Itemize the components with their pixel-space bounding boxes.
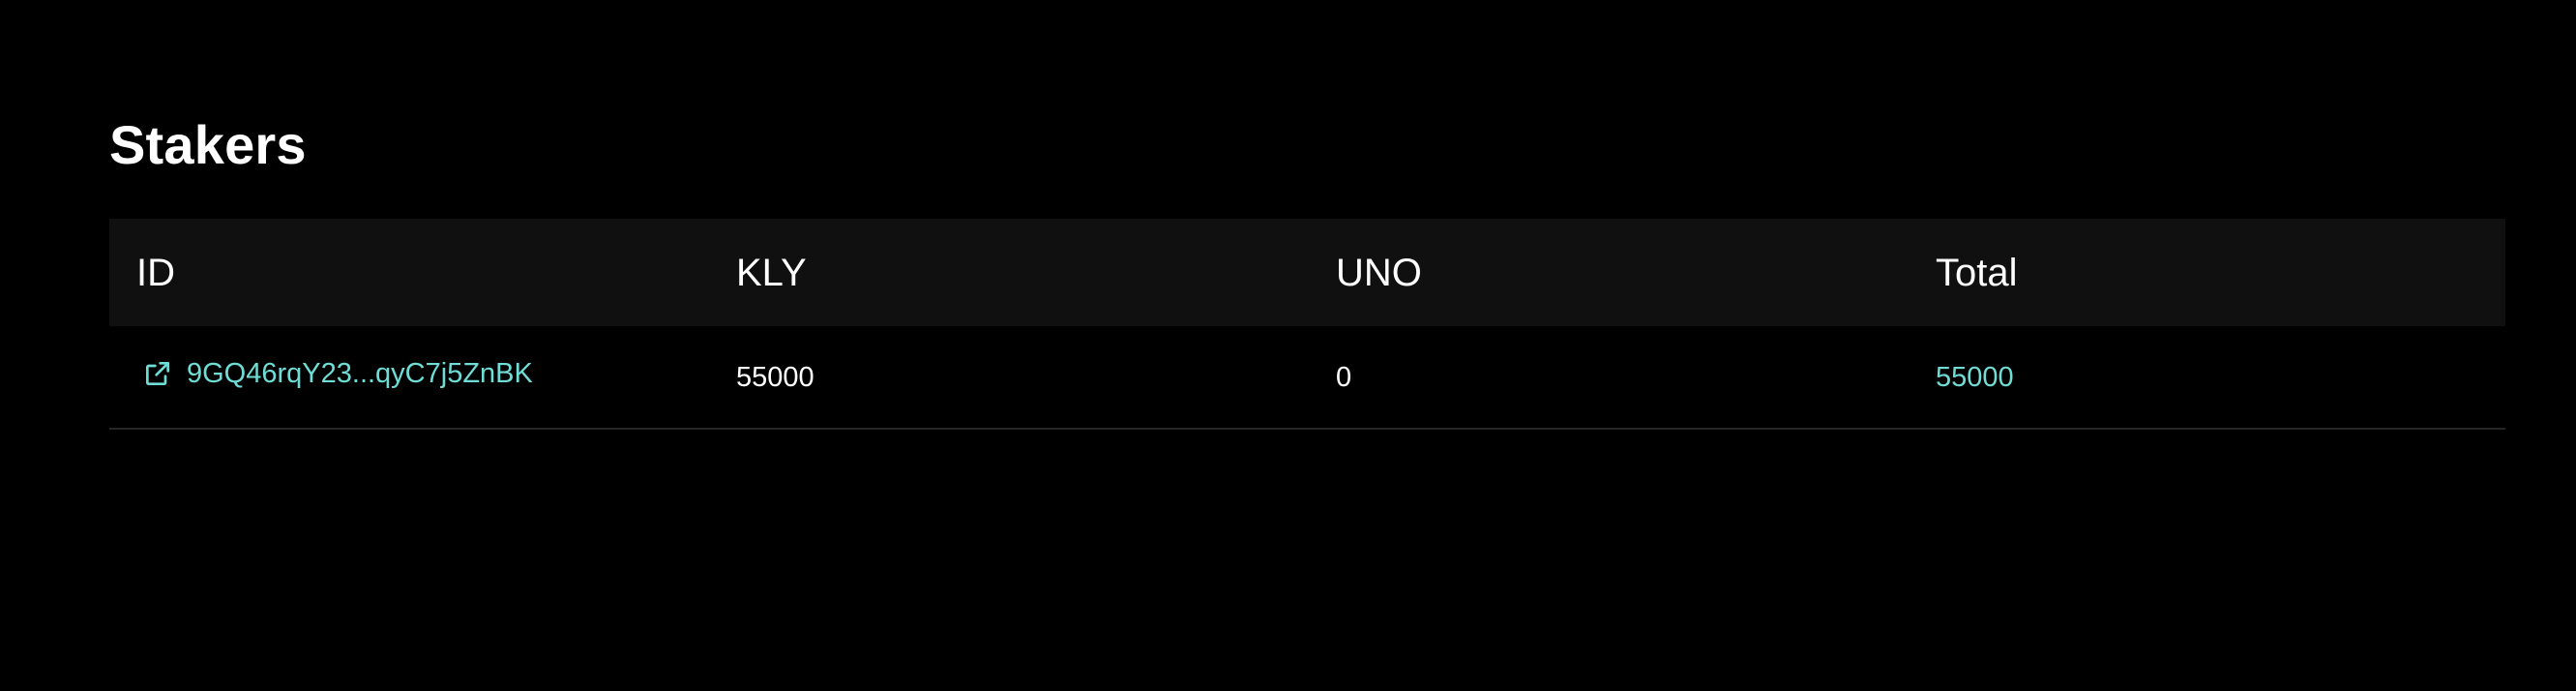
cell-kly: 55000 [736, 361, 814, 393]
table-header: ID KLY UNO Total [109, 219, 2505, 326]
stakers-table: ID KLY UNO Total 9GQ46rqY23...qyC7j5ZnBK [109, 219, 2505, 430]
column-header-total: Total [1936, 251, 2018, 294]
page-title: Stakers [109, 114, 307, 175]
cell-total: 55000 [1936, 361, 2014, 393]
staker-id-link[interactable]: 9GQ46rqY23...qyC7j5ZnBK [109, 356, 533, 391]
cell-uno: 0 [1336, 361, 1352, 393]
table-row: 9GQ46rqY23...qyC7j5ZnBK 55000 0 55000 [109, 326, 2505, 430]
cell-id: 9GQ46rqY23...qyC7j5ZnBK [109, 356, 709, 398]
stakers-page: Stakers ID KLY UNO Total 9GQ46rqY23...qy… [0, 0, 2576, 691]
external-link-icon [142, 358, 173, 389]
staker-id-text: 9GQ46rqY23...qyC7j5ZnBK [187, 358, 533, 389]
column-header-kly: KLY [736, 251, 807, 294]
column-header-uno: UNO [1336, 251, 1422, 294]
column-header-id: ID [136, 251, 175, 294]
